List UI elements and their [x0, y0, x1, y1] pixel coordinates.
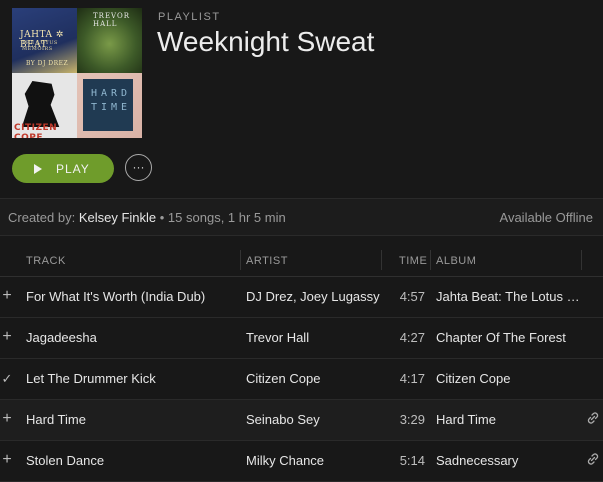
track-row[interactable]: + Stolen Dance Milky Chance 5:14 Sadnece…	[0, 441, 603, 482]
column-header-track[interactable]: TRACK	[26, 255, 66, 267]
album-art-text: HARD TIME	[91, 88, 132, 113]
created-by-prefix: Created by:	[8, 210, 76, 225]
track-title: Hard Time	[26, 412, 86, 427]
track-duration: 4:17	[399, 371, 425, 386]
track-row[interactable]: + Hard Time Seinabo Sey 3:29 Hard Time	[0, 400, 603, 441]
play-button[interactable]: PLAY	[12, 154, 114, 183]
album-art-text: CITIZEN COPE	[14, 123, 58, 138]
track-list: + For What It's Worth (India Dub) DJ Dre…	[0, 277, 603, 482]
share-link-icon[interactable]	[586, 452, 600, 466]
album-art-text: THE LOTUS MEMOIRS	[22, 40, 58, 52]
album-art-text: TREVOR HALL	[93, 12, 130, 28]
saved-check-icon[interactable]: ✓	[0, 371, 14, 387]
column-divider[interactable]	[581, 250, 582, 270]
track-duration: 4:57	[399, 289, 425, 304]
track-table-header: TRACK ARTIST TIME ALBUM	[0, 246, 603, 277]
owner-link[interactable]: Kelsey Finkle	[79, 210, 156, 225]
track-album-link[interactable]: Jahta Beat: The Lotus Memoirs	[436, 289, 581, 304]
play-icon	[34, 163, 42, 174]
album-art-jahta-beat: JAHTA ✲ BEAT THE LOTUS MEMOIRS BY DJ DRE…	[12, 8, 77, 73]
track-title: Stolen Dance	[26, 453, 105, 468]
playlist-cover-mosaic: JAHTA ✲ BEAT THE LOTUS MEMOIRS BY DJ DRE…	[12, 8, 142, 138]
share-link-icon[interactable]	[586, 411, 600, 425]
playlist-summary: • 15 songs, 1 hr 5 min	[159, 210, 286, 225]
track-title: Jagadeesha	[26, 330, 97, 345]
track-album-link[interactable]: Chapter Of The Forest	[436, 330, 581, 345]
track-artist-link[interactable]: Citizen Cope	[246, 371, 381, 386]
silhouette-image	[21, 81, 60, 127]
track-album-link[interactable]: Citizen Cope	[436, 371, 581, 386]
track-duration: 4:27	[399, 330, 425, 345]
playlist-meta: Created by: Kelsey Finkle • 15 songs, 1 …	[8, 210, 286, 225]
album-art-chapter-of-the-forest: TREVOR HALL	[77, 8, 142, 73]
more-options-button[interactable]: ···	[125, 154, 152, 181]
track-row[interactable]: + Jagadeesha Trevor Hall 4:27 Chapter Of…	[0, 318, 603, 359]
album-art-hard-time: HARD TIME	[77, 73, 142, 138]
play-button-label: PLAY	[56, 161, 90, 176]
album-art-citizen-cope: CITIZEN COPE	[12, 73, 77, 138]
column-divider[interactable]	[240, 250, 241, 270]
column-divider[interactable]	[430, 250, 431, 270]
add-track-button[interactable]: +	[0, 410, 14, 428]
track-title: For What It's Worth (India Dub)	[26, 289, 206, 304]
column-header-artist[interactable]: ARTIST	[246, 255, 288, 267]
album-art-text: BY DJ DREZ	[26, 60, 69, 67]
column-divider[interactable]	[381, 250, 382, 270]
playlist-type-label: PLAYLIST	[158, 11, 221, 23]
playlist-header: JAHTA ✲ BEAT THE LOTUS MEMOIRS BY DJ DRE…	[0, 0, 603, 198]
track-album-link[interactable]: Hard Time	[436, 412, 581, 427]
track-row[interactable]: + For What It's Worth (India Dub) DJ Dre…	[0, 277, 603, 318]
column-header-album[interactable]: ALBUM	[436, 255, 476, 267]
add-track-button[interactable]: +	[0, 287, 14, 305]
track-row[interactable]: ✓ Let The Drummer Kick Citizen Cope 4:17…	[0, 359, 603, 400]
track-album-link[interactable]: Sadnecessary	[436, 453, 581, 468]
track-duration: 5:14	[399, 453, 425, 468]
track-duration: 3:29	[399, 412, 425, 427]
track-artist-link[interactable]: Trevor Hall	[246, 330, 381, 345]
add-track-button[interactable]: +	[0, 328, 14, 346]
add-track-button[interactable]: +	[0, 451, 14, 469]
playlist-title: Weeknight Sweat	[157, 26, 375, 57]
track-artist-link[interactable]: Milky Chance	[246, 453, 381, 468]
track-title: Let The Drummer Kick	[26, 371, 156, 386]
playlist-meta-bar: Created by: Kelsey Finkle • 15 songs, 1 …	[0, 198, 603, 236]
track-artist-link[interactable]: DJ Drez, Joey Lugassy	[246, 289, 381, 304]
column-header-time[interactable]: TIME	[399, 255, 427, 267]
available-offline-label[interactable]: Available Offline	[500, 210, 593, 225]
track-artist-link[interactable]: Seinabo Sey	[246, 412, 381, 427]
